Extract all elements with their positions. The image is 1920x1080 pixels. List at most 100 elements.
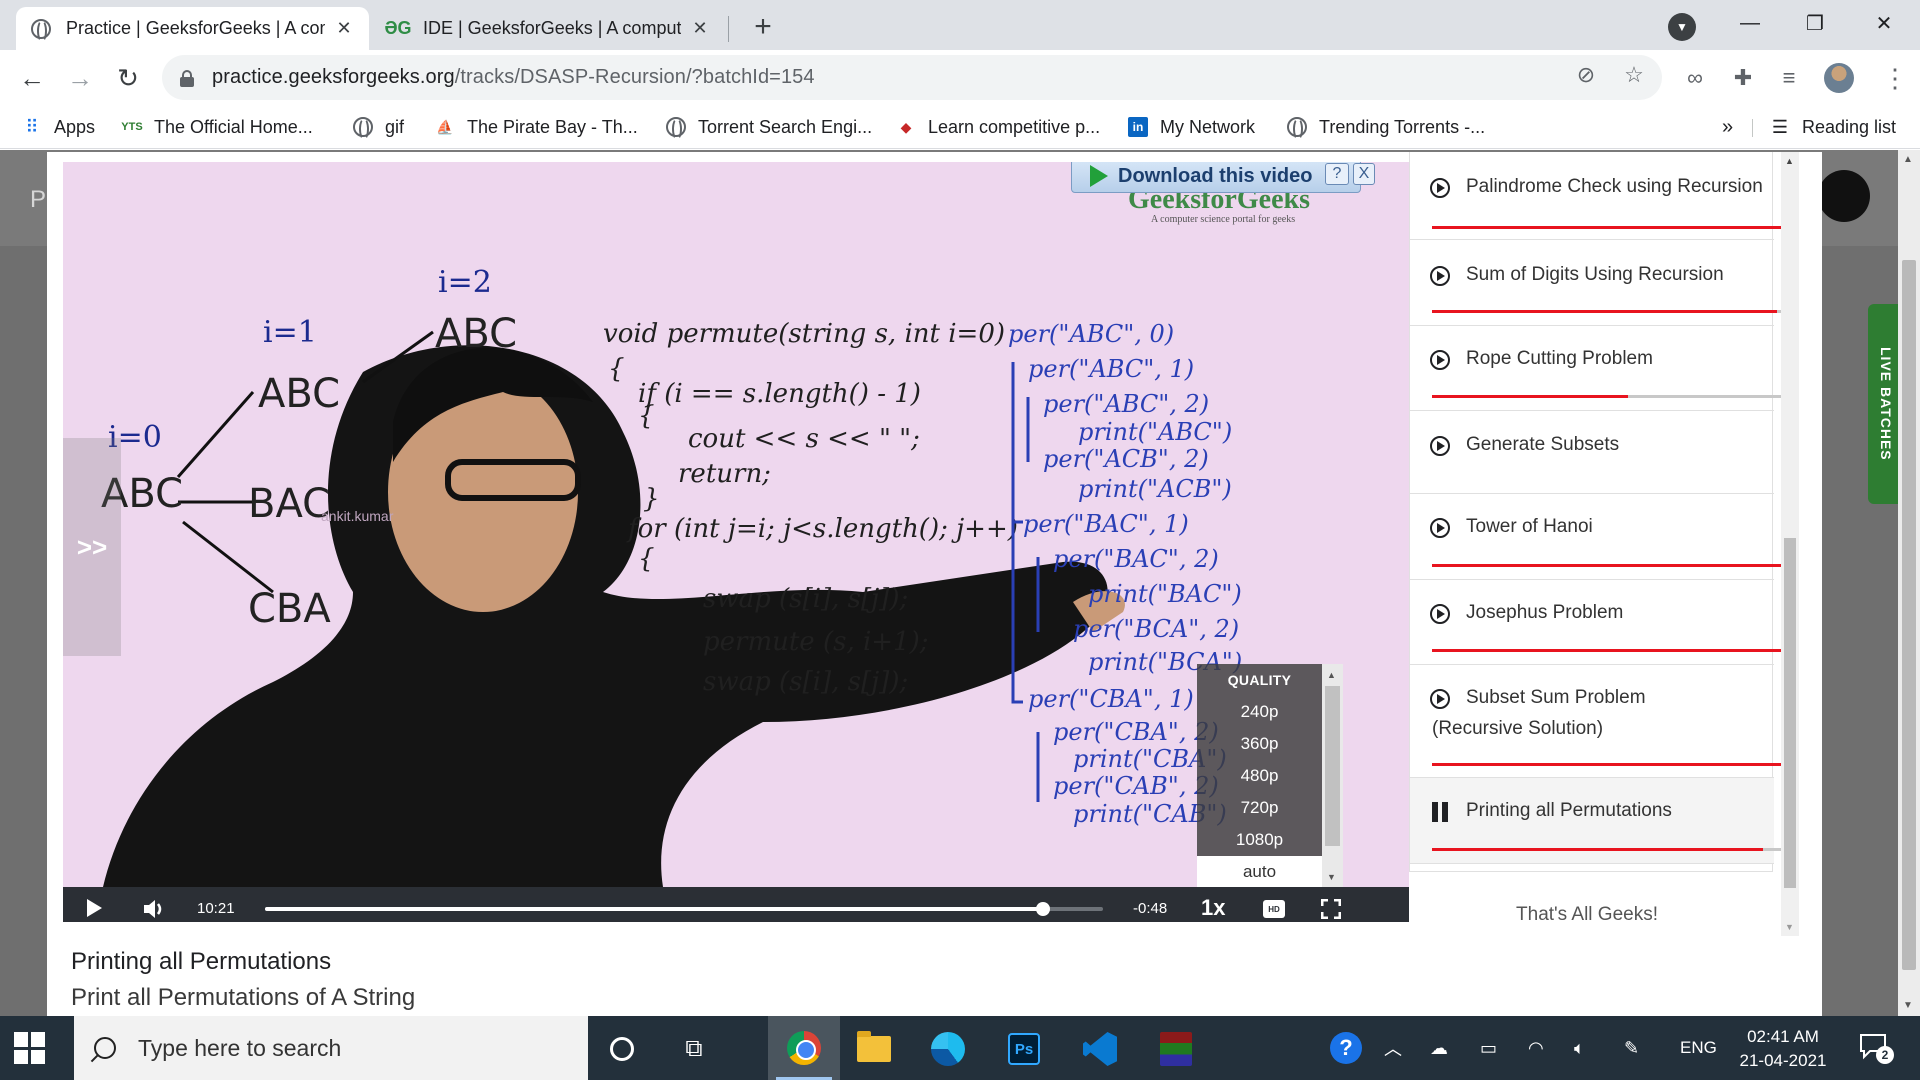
scroll-up-arrow-icon[interactable]: ▲ [1785, 156, 1794, 166]
scrollbar-thumb[interactable] [1902, 260, 1916, 970]
bookmark-star-icon[interactable]: ☆ [1620, 62, 1648, 88]
play-circle-icon [1430, 350, 1450, 370]
file-explorer-icon[interactable] [844, 1024, 904, 1074]
battery-icon[interactable]: ▭ [1480, 1036, 1497, 1060]
globe-icon [666, 117, 686, 140]
time-elapsed: 10:21 [197, 900, 235, 917]
taskbar-clock[interactable]: 02:41 AM 21-04-2021 [1724, 1025, 1842, 1073]
profile-avatar[interactable] [1824, 63, 1854, 93]
fullscreen-icon[interactable] [1321, 899, 1341, 919]
bookmark-apps[interactable]: ⠿ Apps [22, 113, 95, 141]
svg-text:ABC: ABC [258, 371, 340, 417]
playlist-item[interactable]: Josephus Problem [1410, 580, 1788, 665]
more-bookmarks-button[interactable]: » [1722, 113, 1733, 141]
user-avatar[interactable] [1818, 170, 1870, 222]
bookmark-official-home[interactable]: YTS The Official Home... [121, 113, 312, 141]
playback-speed-button[interactable]: 1x [1201, 895, 1225, 921]
new-tab-button[interactable]: + [746, 10, 780, 44]
play-button[interactable] [87, 899, 102, 917]
progress-track [1432, 848, 1788, 851]
seek-bar-handle[interactable] [1035, 902, 1050, 916]
media-control-icon[interactable]: ≡ [1774, 64, 1804, 92]
playlist-item[interactable]: Sum of Digits Using Recursion [1410, 240, 1788, 326]
back-button[interactable]: ← [14, 60, 50, 96]
scroll-up-arrow-icon[interactable]: ▲ [1327, 670, 1336, 680]
scrollbar-thumb[interactable] [1784, 538, 1796, 888]
progress-track [1432, 763, 1788, 766]
svg-text:per("BCA", 2): per("BCA", 2) [1073, 615, 1239, 643]
winrar-icon[interactable] [1146, 1024, 1206, 1074]
expand-sidebar-button[interactable]: >> [63, 438, 121, 656]
extensions-puzzle-icon[interactable]: ✚ [1728, 64, 1758, 92]
task-view-icon[interactable]: ⧉ [664, 1024, 724, 1074]
quality-option-360p[interactable]: 360p [1197, 728, 1322, 760]
chrome-taskbar-icon[interactable] [768, 1016, 840, 1080]
tab-search-icon[interactable]: ▼ [1668, 13, 1696, 41]
close-tab-icon[interactable]: ✕ [689, 18, 711, 40]
show-hidden-icons-chevron-icon[interactable]: ︿ [1384, 1036, 1402, 1060]
seek-bar[interactable] [265, 902, 1103, 916]
quality-option-1080p[interactable]: 1080p [1197, 824, 1322, 856]
download-close-button[interactable]: X [1353, 163, 1375, 185]
browser-menu-icon[interactable]: ⋮ [1880, 63, 1910, 93]
restore-button[interactable]: ❐ [1795, 8, 1835, 38]
hd-quality-button[interactable]: HD [1263, 900, 1285, 918]
bookmark-gif[interactable]: gif [353, 113, 404, 141]
bookmark-pirate-bay[interactable]: ⛵ The Pirate Bay - Th... [435, 113, 637, 141]
wifi-icon[interactable]: ◠ [1528, 1036, 1544, 1060]
scroll-down-arrow-icon[interactable]: ▼ [1903, 1000, 1913, 1011]
speaker-icon[interactable]: 🔈︎ [1574, 1036, 1585, 1060]
pen-workspace-icon[interactable]: ✎ [1624, 1036, 1639, 1060]
forward-button[interactable]: → [62, 60, 98, 96]
video-player[interactable]: i=0 i=1 i=2 ABC ABC BAC CBA ABC void per… [63, 162, 1409, 922]
playlist-item[interactable]: Generate Subsets [1410, 411, 1774, 494]
playlist-item[interactable]: Palindrome Check using Recursion [1410, 152, 1788, 240]
bookmark-my-network[interactable]: in My Network [1128, 113, 1255, 141]
scroll-down-arrow-icon[interactable]: ▼ [1785, 922, 1794, 932]
edge-icon[interactable] [918, 1024, 978, 1074]
help-icon[interactable]: ? [1330, 1032, 1362, 1064]
tab-ide[interactable]: ƏG IDE | GeeksforGeeks | A compute ✕ [373, 7, 725, 50]
language-indicator[interactable]: ENG [1680, 1036, 1717, 1060]
playlist-item[interactable]: Subset Sum Problem (Recursive Solution) [1410, 665, 1788, 778]
scroll-down-arrow-icon[interactable]: ▼ [1327, 872, 1336, 882]
minimize-button[interactable]: ― [1730, 8, 1770, 38]
quality-option-auto[interactable]: auto [1197, 856, 1322, 888]
quality-option-720p[interactable]: 720p [1197, 792, 1322, 824]
address-bar[interactable]: practice.geeksforgeeks.org/tracks/DSASP-… [162, 55, 1662, 100]
window-close-button[interactable]: ✕ [1864, 8, 1904, 38]
playlist-item[interactable]: Tower of Hanoi [1410, 494, 1788, 580]
quality-option-480p[interactable]: 480p [1197, 760, 1322, 792]
video-modal: i=0 i=1 i=2 ABC ABC BAC CBA ABC void per… [47, 152, 1822, 1016]
onedrive-cloud-icon[interactable]: ☁ [1430, 1036, 1448, 1060]
photoshop-icon[interactable]: Ps [994, 1024, 1054, 1074]
globe-icon [353, 117, 373, 140]
playlist-item-active[interactable]: Printing all Permutations [1410, 778, 1788, 864]
lock-icon[interactable] [180, 69, 194, 87]
reload-button[interactable]: ↻ [110, 60, 146, 96]
download-help-button[interactable]: ? [1325, 163, 1349, 185]
taskbar-search-box[interactable]: Type here to search [74, 1016, 588, 1080]
reading-list-button[interactable]: ☰ Reading list [1770, 113, 1896, 141]
scrollbar-thumb[interactable] [1325, 686, 1340, 846]
bookmark-torrent-search[interactable]: Torrent Search Engi... [666, 113, 872, 141]
playlist-scrollbar[interactable]: ▲ ▼ [1781, 152, 1799, 936]
vscode-icon[interactable] [1070, 1024, 1130, 1074]
volume-icon[interactable] [141, 896, 167, 922]
tab-practice[interactable]: Practice | GeeksforGeeks | A com ✕ [16, 7, 369, 50]
quality-option-240p[interactable]: 240p [1197, 696, 1322, 728]
bookmark-learn-competitive[interactable]: ◆ Learn competitive p... [896, 113, 1100, 141]
playlist-item[interactable]: Rope Cutting Problem [1410, 326, 1788, 411]
download-video-button[interactable]: Download this video [1071, 162, 1361, 193]
scroll-up-arrow-icon[interactable]: ▲ [1903, 154, 1913, 165]
svg-text:{: { [638, 401, 655, 431]
cortana-icon[interactable] [592, 1024, 652, 1074]
extension-icon[interactable]: ∞ [1680, 64, 1710, 92]
tracking-off-icon[interactable]: ⊘ [1572, 62, 1600, 88]
bookmark-trending-torrents[interactable]: Trending Torrents -... [1287, 113, 1485, 141]
windows-start-icon[interactable] [14, 1032, 48, 1064]
linkedin-icon: in [1128, 117, 1148, 137]
quality-menu-scrollbar[interactable]: ▲ ▼ [1322, 664, 1343, 888]
page-scrollbar[interactable]: ▲ ▼ [1898, 150, 1920, 1016]
close-tab-icon[interactable]: ✕ [333, 18, 355, 40]
